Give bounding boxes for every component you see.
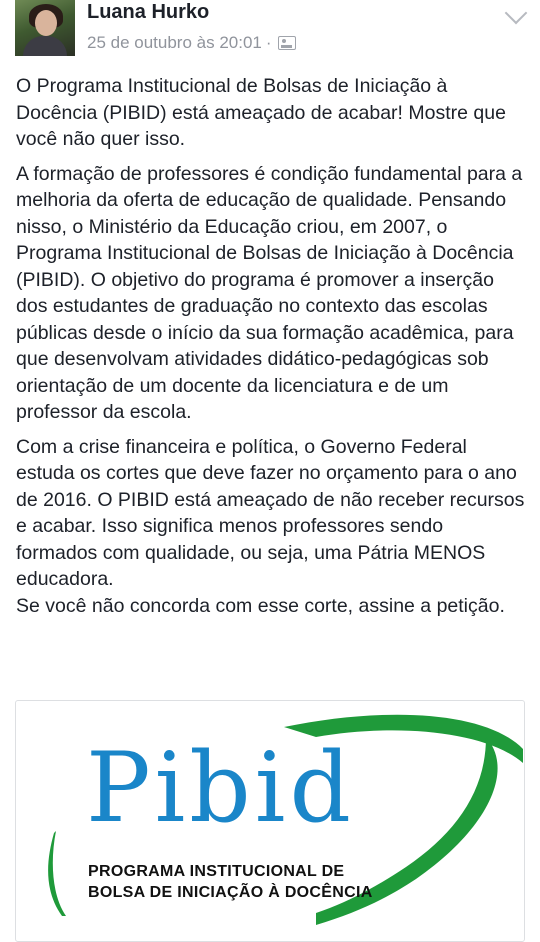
pibid-logo-subtitle: PROGRAMA INSTITUCIONAL DE BOLSA DE INICI… bbox=[88, 861, 373, 903]
post-timestamp[interactable]: 25 de outubro às 20:01 bbox=[87, 33, 262, 53]
link-preview-card[interactable]: Pibid PROGRAMA INSTITUCIONAL DE BOLSA DE… bbox=[15, 700, 525, 942]
post-header: Luana Hurko 25 de outubro às 20:01 · bbox=[0, 0, 540, 64]
post-paragraph: Com a crise financeira e política, o Gov… bbox=[16, 435, 525, 591]
meta-separator: · bbox=[265, 33, 272, 52]
post-meta: 25 de outubro às 20:01 · bbox=[87, 33, 296, 53]
chevron-down-icon[interactable] bbox=[504, 1, 528, 25]
post-paragraph: A formação de professores é condição fun… bbox=[16, 162, 523, 424]
pibid-logo-word: Pibid bbox=[86, 732, 355, 844]
author-name[interactable]: Luana Hurko bbox=[87, 1, 209, 24]
pibid-subtitle-line: PROGRAMA INSTITUCIONAL DE bbox=[88, 863, 345, 880]
post-paragraph: Se você não concorda com esse corte, ass… bbox=[16, 594, 505, 617]
pibid-subtitle-line: BOLSA DE INICIAÇÃO À DOCÊNCIA bbox=[88, 884, 373, 901]
avatar[interactable] bbox=[15, 0, 75, 56]
avatar-face bbox=[35, 10, 57, 36]
post-paragraph: O Programa Institucional de Bolsas de In… bbox=[16, 75, 506, 150]
group-privacy-icon bbox=[277, 36, 296, 50]
post-body: O Programa Institucional de Bolsas de In… bbox=[16, 73, 526, 627]
avatar-shirt bbox=[23, 36, 67, 56]
